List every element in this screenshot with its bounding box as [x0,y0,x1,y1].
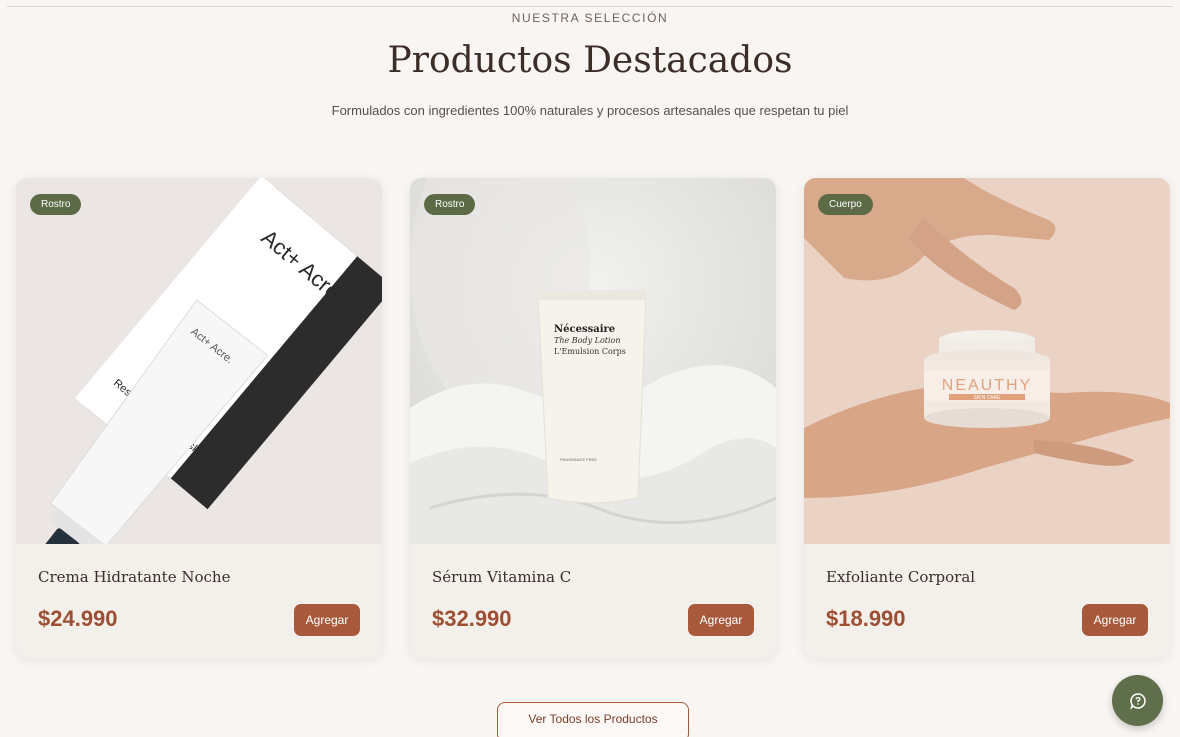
lotion-line1-text: The Body Lotion [554,336,621,345]
lotion-line2-text: L'Emulsion Corps [554,347,626,356]
product-name[interactable]: Exfoliante Corporal [826,568,975,586]
product-price: $18.990 [826,606,906,631]
section-subtitle: Formulados con ingredientes 100% natural… [331,103,849,118]
body-lotion-photo: Nécessaire The Body Lotion L'Emulsion Co… [410,178,776,544]
scrub-jar-photo: NEAUTHY SKIN CARE [804,178,1170,544]
category-badge: Cuerpo [818,194,873,215]
lotion-small-text: FRAGRANCE FREE [560,457,597,462]
chat-help-icon [1129,692,1146,710]
product-price: $24.990 [38,606,118,631]
product-grid: Act+ Acre. Restorative Hair Mask Act+ Ac… [16,178,1170,658]
product-image[interactable]: NEAUTHY SKIN CARE [804,178,1170,544]
add-to-cart-button[interactable]: Agregar [688,604,754,636]
help-chat-button[interactable] [1112,675,1163,726]
view-all-products-button[interactable]: Ver Todos los Productos [497,702,689,737]
section-title: Productos Destacados [387,40,793,81]
product-price: $32.990 [432,606,512,631]
product-card[interactable]: Nécessaire The Body Lotion L'Emulsion Co… [410,178,776,658]
add-to-cart-button[interactable]: Agregar [1082,604,1148,636]
add-to-cart-button[interactable]: Agregar [294,604,360,636]
lotion-brand-text: Nécessaire [554,324,615,335]
jar-brand-text: NEAUTHY [942,377,1032,394]
product-card[interactable]: NEAUTHY SKIN CARE Cuerpo Exfoliante Corp… [804,178,1170,658]
category-badge: Rostro [424,194,476,215]
product-name[interactable]: Sérum Vitamina C [432,568,571,586]
hair-mask-photo: Act+ Acre. Restorative Hair Mask Act+ Ac… [16,178,382,544]
product-image[interactable]: Nécessaire The Body Lotion L'Emulsion Co… [410,178,776,544]
category-badge: Rostro [30,194,82,215]
product-name[interactable]: Crema Hidratante Noche [38,568,230,586]
product-image[interactable]: Act+ Acre. Restorative Hair Mask Act+ Ac… [16,178,382,544]
jar-sub-text: SKIN CARE [974,395,1002,401]
product-card[interactable]: Act+ Acre. Restorative Hair Mask Act+ Ac… [16,178,382,658]
top-divider [7,6,1173,7]
section-eyebrow: NUESTRA SELECCIÓN [511,11,669,25]
